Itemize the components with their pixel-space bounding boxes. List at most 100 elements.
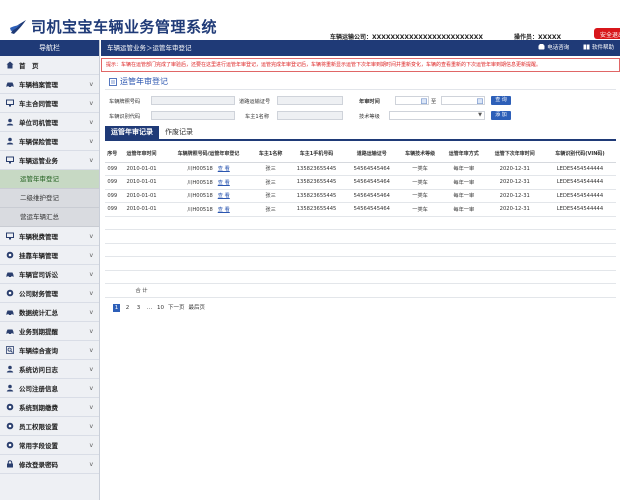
sidebar-item-a-5[interactable]: 车辆运管业务 v	[0, 151, 99, 170]
plate-input[interactable]	[151, 96, 235, 105]
sidebar-item-b-2[interactable]: 车辆官司诉讼 v	[0, 265, 99, 284]
column-header: 运管年审时间	[119, 145, 164, 163]
chevron-down-icon: v	[89, 290, 93, 297]
column-header: 运管下次年审时间	[485, 145, 544, 163]
logout-button[interactable]: 安全退出	[594, 28, 620, 39]
plate-number: 川H00518	[187, 179, 213, 186]
table-cell: 川H00518 查 看	[163, 175, 254, 190]
records-table: 序号 运管年审时间 车辆牌照号码/运管年审登记 车主1名称 车主1手机号码 道路运输证号车…	[105, 145, 616, 298]
table-cell: 54564545464	[345, 175, 399, 190]
monitor-icon	[6, 99, 14, 107]
sidebar-item-a-3[interactable]: 单位司机管理 v	[0, 113, 99, 132]
gear-icon	[6, 289, 14, 297]
date-to-input[interactable]	[441, 96, 485, 105]
grade-select[interactable]: ▼	[389, 111, 485, 120]
sidebar-item-b-9[interactable]: 系统到期缴费 v	[0, 398, 99, 417]
document-icon	[109, 77, 117, 86]
sidebar-item-b-4[interactable]: 数据统计汇总 v	[0, 303, 99, 322]
owner-input[interactable]	[277, 111, 343, 120]
sidebar-subitem-2[interactable]: 营运车辆汇总	[0, 208, 99, 227]
column-header: 车主1名称	[253, 145, 288, 163]
page-10[interactable]: 10	[157, 304, 164, 312]
add-button[interactable]: 添 加	[491, 111, 511, 120]
gear-icon	[6, 251, 14, 259]
view-link[interactable]: 查 看	[218, 166, 230, 172]
chevron-down-icon: v	[89, 366, 93, 373]
sidebar-item-b-5[interactable]: 业务到期提醒 v	[0, 322, 99, 341]
table-cell: 135823655445	[287, 175, 346, 190]
tab-annual-review-records[interactable]: 运管年审记录	[105, 126, 159, 139]
view-link[interactable]: 查 看	[218, 193, 230, 199]
vin-input[interactable]	[151, 111, 235, 120]
sidebar-item-label: 车主合同管理	[19, 100, 58, 108]
sidebar-item-b-8[interactable]: 公司注册信息 v	[0, 379, 99, 398]
sidebar-item-b-6[interactable]: 车辆综合查询 v	[0, 341, 99, 360]
plate-label: 车辆牌照号码	[109, 99, 141, 105]
car-icon	[6, 329, 14, 335]
chevron-down-icon: v	[89, 347, 93, 354]
sidebar-item-b-0[interactable]: 车辆税费管理 v	[0, 227, 99, 246]
sidebar-item-label: 车辆运管业务	[19, 157, 58, 165]
column-header: 运管年审方式	[441, 145, 486, 163]
sidebar-subitem-0[interactable]: 运管年审登记	[0, 170, 99, 189]
table-cell: 每年一审	[441, 162, 486, 176]
sidebar-item-label: 业务到期提醒	[19, 328, 58, 336]
sidebar-item-b-10[interactable]: 员工权限设置 v	[0, 417, 99, 436]
view-link[interactable]: 查 看	[218, 207, 230, 213]
query-button[interactable]: 查 询	[491, 96, 511, 105]
chevron-down-icon: v	[89, 423, 93, 430]
table-cell: 099	[105, 202, 120, 217]
car-icon	[6, 310, 14, 316]
user-icon	[6, 365, 14, 373]
phone-icon	[538, 44, 545, 50]
sidebar-item-b-3[interactable]: 公司财务管理 v	[0, 284, 99, 303]
date-label: 年审时间	[359, 99, 380, 105]
chevron-down-icon: v	[89, 328, 93, 335]
phone-consult-link[interactable]: 电话咨询	[538, 40, 569, 56]
help-link[interactable]: 软件帮助	[583, 40, 614, 56]
page-2[interactable]: 2	[124, 304, 131, 312]
chevron-down-icon: v	[89, 119, 93, 126]
table-cell: 川H00518 查 看	[163, 162, 254, 176]
last-page-link[interactable]: 最后页	[189, 304, 206, 312]
sidebar-item-label: 车辆官司诉讼	[19, 271, 58, 279]
sidebar-item-b-1[interactable]: 挂靠车辆管理 v	[0, 246, 99, 265]
table-cell: 2010-01-01	[119, 202, 164, 217]
tab-voided-records[interactable]: 作废记录	[159, 126, 199, 139]
sidebar-item-a-1[interactable]: 车辆档案管理 v	[0, 75, 99, 94]
chevron-down-icon: v	[89, 271, 93, 278]
sidebar-item-a-4[interactable]: 车辆保险管理 v	[0, 132, 99, 151]
table-row: 099 2010-01-01 川H00518 查 看张三 135823655445 54…	[105, 162, 616, 176]
table-cell: 张三	[253, 175, 288, 190]
chevron-down-icon: v	[89, 404, 93, 411]
page-1[interactable]: 1	[113, 303, 120, 312]
permit-input[interactable]	[277, 96, 343, 105]
sidebar-item-label: 公司财务管理	[19, 290, 58, 298]
record-tabs: 运管年审记录 作废记录	[105, 126, 616, 141]
page-3[interactable]: 3	[135, 304, 142, 312]
sidebar-subitem-1[interactable]: 二级维护登记	[0, 189, 99, 208]
sidebar-item-b-11[interactable]: 常用字段设置 v	[0, 436, 99, 455]
sidebar-item-a-2[interactable]: 车主合同管理 v	[0, 94, 99, 113]
view-link[interactable]: 查 看	[218, 180, 230, 186]
table-cell: 张三	[253, 162, 288, 176]
monitor-icon	[6, 232, 14, 240]
sidebar-item-label: 车辆保险管理	[19, 138, 58, 146]
empty-row	[105, 216, 616, 230]
table-cell: 一类车	[398, 162, 442, 176]
table-cell: 每年一审	[441, 189, 486, 203]
sidebar-item-label: 系统访问日志	[19, 366, 58, 374]
date-from-input[interactable]	[395, 96, 429, 105]
sidebar-item-b-12[interactable]: 修改登录密码 v	[0, 455, 99, 474]
grade-label: 技术等级	[359, 114, 380, 120]
chevron-down-icon: v	[89, 138, 93, 145]
table-cell: 54564545464	[345, 189, 399, 203]
table-cell: 2020-12-31	[485, 175, 544, 190]
table-cell: LEDE5454544444	[543, 162, 616, 176]
next-page-link[interactable]: 下一页	[168, 304, 185, 312]
column-header: 车辆技术等级	[398, 145, 442, 163]
table-cell: LEDE5454544444	[543, 202, 616, 217]
chevron-down-icon: v	[89, 252, 93, 259]
sidebar-item-b-7[interactable]: 系统访问日志 v	[0, 360, 99, 379]
sidebar-item-a-0[interactable]: 首 页	[0, 56, 99, 75]
